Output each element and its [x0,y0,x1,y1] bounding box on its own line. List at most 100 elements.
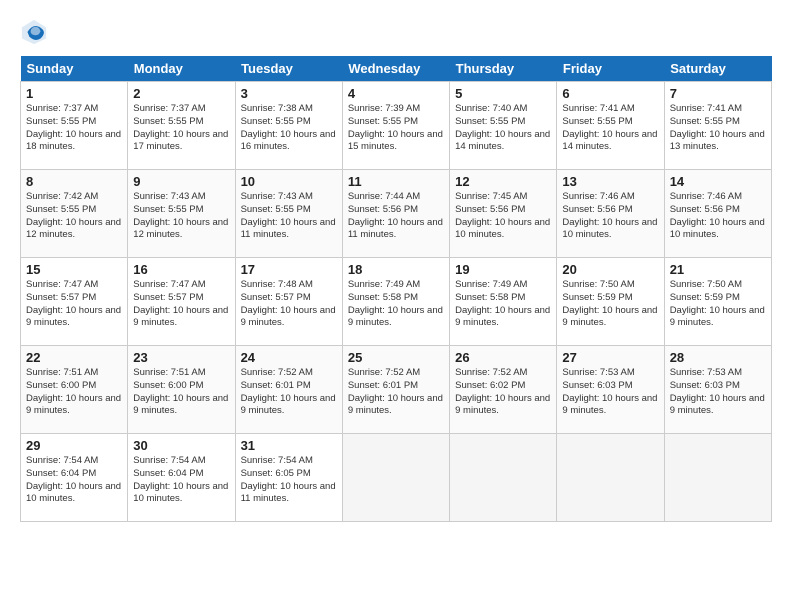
calendar-cell: 14 Sunrise: 7:46 AMSunset: 5:56 PMDayligh… [664,170,771,258]
calendar-cell: 26 Sunrise: 7:52 AMSunset: 6:02 PMDayligh… [450,346,557,434]
day-info: Sunrise: 7:44 AMSunset: 5:56 PMDaylight:… [348,191,444,242]
day-number: 1 [26,86,122,101]
calendar-week-1: 1 Sunrise: 7:37 AMSunset: 5:55 PMDaylight… [21,82,772,170]
calendar-cell: 6 Sunrise: 7:41 AMSunset: 5:55 PMDaylight… [557,82,664,170]
calendar-cell: 20 Sunrise: 7:50 AMSunset: 5:59 PMDayligh… [557,258,664,346]
day-number: 22 [26,350,122,365]
calendar-cell: 5Sunrise: 7:40 AMSunset: 5:55 PMDaylight… [450,82,557,170]
page-container: SundayMondayTuesdayWednesdayThursdayFrid… [0,0,792,534]
calendar-cell: 3 Sunrise: 7:38 AMSunset: 5:55 PMDaylight… [235,82,342,170]
day-number: 2 [133,86,229,101]
day-number: 17 [241,262,337,277]
calendar-cell: 2 Sunrise: 7:37 AMSunset: 5:55 PMDaylight… [128,82,235,170]
day-info: Sunrise: 7:50 AMSunset: 5:59 PMDaylight:… [670,279,766,330]
calendar-cell: 18 Sunrise: 7:49 AMSunset: 5:58 PMDayligh… [342,258,449,346]
day-info: Sunrise: 7:43 AMSunset: 5:55 PMDaylight:… [241,191,337,242]
day-number: 23 [133,350,229,365]
calendar-cell: 16 Sunrise: 7:47 AMSunset: 5:57 PMDayligh… [128,258,235,346]
day-number: 24 [241,350,337,365]
calendar-cell: 28 Sunrise: 7:53 AMSunset: 6:03 PMDayligh… [664,346,771,434]
day-info: Sunrise: 7:51 AMSunset: 6:00 PMDaylight:… [26,367,122,418]
calendar-cell: 8Sunrise: 7:42 AMSunset: 5:55 PMDaylight… [21,170,128,258]
day-number: 13 [562,174,658,189]
day-info: Sunrise: 7:53 AMSunset: 6:03 PMDaylight:… [670,367,766,418]
calendar-table: SundayMondayTuesdayWednesdayThursdayFrid… [20,56,772,522]
calendar-cell: 19 Sunrise: 7:49 AMSunset: 5:58 PMDayligh… [450,258,557,346]
day-info: Sunrise: 7:47 AMSunset: 5:57 PMDaylight:… [26,279,122,330]
day-info: Sunrise: 7:52 AMSunset: 6:02 PMDaylight:… [455,367,551,418]
calendar-week-2: 8Sunrise: 7:42 AMSunset: 5:55 PMDaylight… [21,170,772,258]
day-info: Sunrise: 7:40 AMSunset: 5:55 PMDaylight:… [455,103,551,154]
calendar-cell: 17 Sunrise: 7:48 AMSunset: 5:57 PMDayligh… [235,258,342,346]
day-number: 3 [241,86,337,101]
day-info: Sunrise: 7:51 AMSunset: 6:00 PMDaylight:… [133,367,229,418]
day-info: Sunrise: 7:43 AMSunset: 5:55 PMDaylight:… [133,191,229,242]
day-info: Sunrise: 7:41 AMSunset: 5:55 PMDaylight:… [562,103,658,154]
day-info: Sunrise: 7:50 AMSunset: 5:59 PMDaylight:… [562,279,658,330]
day-number: 31 [241,438,337,453]
calendar-cell: 11Sunrise: 7:44 AMSunset: 5:56 PMDayligh… [342,170,449,258]
day-info: Sunrise: 7:48 AMSunset: 5:57 PMDaylight:… [241,279,337,330]
calendar-cell: 12 Sunrise: 7:45 AMSunset: 5:56 PMDayligh… [450,170,557,258]
calendar-cell: 23 Sunrise: 7:51 AMSunset: 6:00 PMDayligh… [128,346,235,434]
day-info: Sunrise: 7:49 AMSunset: 5:58 PMDaylight:… [348,279,444,330]
calendar-cell: 15 Sunrise: 7:47 AMSunset: 5:57 PMDayligh… [21,258,128,346]
calendar-cell [450,434,557,522]
day-number: 10 [241,174,337,189]
day-number: 28 [670,350,766,365]
day-info: Sunrise: 7:38 AMSunset: 5:55 PMDaylight:… [241,103,337,154]
day-number: 9 [133,174,229,189]
calendar-header-friday: Friday [557,56,664,82]
day-number: 30 [133,438,229,453]
day-number: 7 [670,86,766,101]
day-number: 15 [26,262,122,277]
day-number: 25 [348,350,444,365]
day-info: Sunrise: 7:45 AMSunset: 5:56 PMDaylight:… [455,191,551,242]
calendar-cell [557,434,664,522]
day-info: Sunrise: 7:37 AMSunset: 5:55 PMDaylight:… [133,103,229,154]
calendar-week-3: 15 Sunrise: 7:47 AMSunset: 5:57 PMDayligh… [21,258,772,346]
day-number: 20 [562,262,658,277]
calendar-cell: 13 Sunrise: 7:46 AMSunset: 5:56 PMDayligh… [557,170,664,258]
calendar-header-sunday: Sunday [21,56,128,82]
calendar-cell: 24Sunrise: 7:52 AMSunset: 6:01 PMDayligh… [235,346,342,434]
day-info: Sunrise: 7:53 AMSunset: 6:03 PMDaylight:… [562,367,658,418]
day-number: 4 [348,86,444,101]
calendar-cell: 31 Sunrise: 7:54 AMSunset: 6:05 PMDayligh… [235,434,342,522]
calendar-header-row: SundayMondayTuesdayWednesdayThursdayFrid… [21,56,772,82]
calendar-cell: 29 Sunrise: 7:54 AMSunset: 6:04 PMDayligh… [21,434,128,522]
day-number: 8 [26,174,122,189]
calendar-cell: 30 Sunrise: 7:54 AMSunset: 6:04 PMDayligh… [128,434,235,522]
day-number: 12 [455,174,551,189]
calendar-week-5: 29 Sunrise: 7:54 AMSunset: 6:04 PMDayligh… [21,434,772,522]
calendar-cell: 21Sunrise: 7:50 AMSunset: 5:59 PMDayligh… [664,258,771,346]
day-number: 19 [455,262,551,277]
calendar-header-saturday: Saturday [664,56,771,82]
day-number: 18 [348,262,444,277]
day-number: 6 [562,86,658,101]
calendar-header-tuesday: Tuesday [235,56,342,82]
header [20,18,772,46]
calendar-cell [342,434,449,522]
calendar-cell: 9 Sunrise: 7:43 AMSunset: 5:55 PMDaylight… [128,170,235,258]
day-info: Sunrise: 7:46 AMSunset: 5:56 PMDaylight:… [670,191,766,242]
calendar-cell: 4Sunrise: 7:39 AMSunset: 5:55 PMDaylight… [342,82,449,170]
day-info: Sunrise: 7:46 AMSunset: 5:56 PMDaylight:… [562,191,658,242]
day-number: 14 [670,174,766,189]
day-info: Sunrise: 7:47 AMSunset: 5:57 PMDaylight:… [133,279,229,330]
calendar-cell: 1Sunrise: 7:37 AMSunset: 5:55 PMDaylight… [21,82,128,170]
day-number: 26 [455,350,551,365]
day-number: 16 [133,262,229,277]
calendar-cell: 27Sunrise: 7:53 AMSunset: 6:03 PMDayligh… [557,346,664,434]
day-info: Sunrise: 7:49 AMSunset: 5:58 PMDaylight:… [455,279,551,330]
day-info: Sunrise: 7:54 AMSunset: 6:04 PMDaylight:… [26,455,122,506]
calendar-cell: 10 Sunrise: 7:43 AMSunset: 5:55 PMDayligh… [235,170,342,258]
day-number: 29 [26,438,122,453]
day-info: Sunrise: 7:41 AMSunset: 5:55 PMDaylight:… [670,103,766,154]
day-info: Sunrise: 7:52 AMSunset: 6:01 PMDaylight:… [348,367,444,418]
calendar-header-thursday: Thursday [450,56,557,82]
day-info: Sunrise: 7:54 AMSunset: 6:04 PMDaylight:… [133,455,229,506]
day-info: Sunrise: 7:54 AMSunset: 6:05 PMDaylight:… [241,455,337,506]
logo-icon [20,18,48,46]
calendar-week-4: 22 Sunrise: 7:51 AMSunset: 6:00 PMDayligh… [21,346,772,434]
